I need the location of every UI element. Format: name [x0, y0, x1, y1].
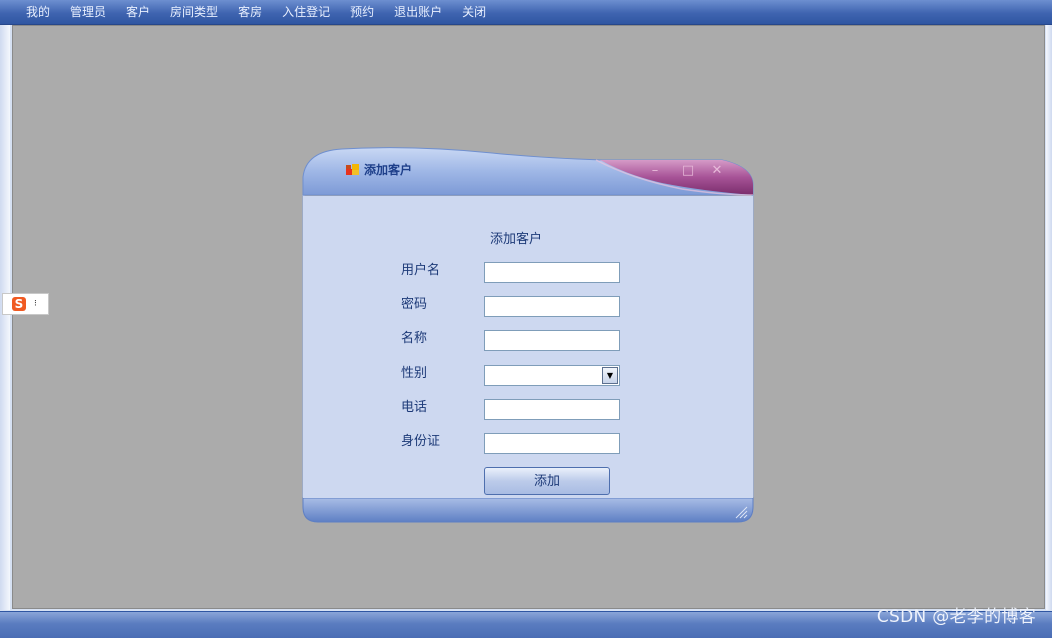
- gender-label: 性别: [401, 366, 428, 381]
- gender-select[interactable]: ▼: [484, 365, 620, 386]
- menu-item-close[interactable]: 关闭: [452, 0, 496, 24]
- dialog-body: 添加客户 用户名 密码 名称 性别 ▼ 电话 身份证 添加: [303, 196, 753, 498]
- sogou-ime-icon: S: [12, 297, 26, 311]
- menu-item-checkin[interactable]: 入住登记: [272, 0, 340, 24]
- idcard-label: 身份证: [401, 434, 441, 449]
- username-label: 用户名: [401, 263, 441, 278]
- add-customer-dialog: 添加客户 – □ ✕ 添加客户 用户名 密码 名称 性别 ▼ 电话 身份证 添加: [302, 145, 754, 523]
- close-icon[interactable]: ✕: [708, 163, 726, 179]
- idcard-input[interactable]: [484, 433, 620, 454]
- name-input[interactable]: [484, 330, 620, 351]
- menu-bar: 我的 管理员 客户 房间类型 客房 入住登记 预约 退出账户 关闭: [0, 0, 1052, 25]
- watermark: CSDN @老李的博客: [876, 607, 1036, 627]
- form-heading: 添加客户: [490, 232, 543, 247]
- menu-item-customer[interactable]: 客户: [116, 0, 160, 24]
- add-button[interactable]: 添加: [484, 467, 610, 495]
- menu-item-room-type[interactable]: 房间类型: [160, 0, 228, 24]
- resize-grip-icon[interactable]: [734, 505, 748, 519]
- window-frame-left: [0, 25, 10, 610]
- window-frame-right: [1046, 25, 1052, 610]
- phone-label: 电话: [401, 400, 428, 415]
- menu-item-logout[interactable]: 退出账户: [384, 0, 452, 24]
- menu-item-rooms[interactable]: 客房: [228, 0, 272, 24]
- ime-toolbar[interactable]: S ⁝: [2, 293, 49, 315]
- password-input[interactable]: [484, 296, 620, 317]
- username-input[interactable]: [484, 262, 620, 283]
- dialog-title: 添加客户: [364, 163, 413, 177]
- app-icon: [346, 164, 359, 175]
- password-label: 密码: [401, 297, 428, 312]
- ime-menu-icon[interactable]: ⁝: [34, 299, 37, 309]
- name-label: 名称: [401, 331, 428, 346]
- chevron-down-icon[interactable]: ▼: [602, 367, 618, 384]
- maximize-icon[interactable]: □: [679, 163, 697, 179]
- menu-item-admin[interactable]: 管理员: [60, 0, 116, 24]
- minimize-icon[interactable]: –: [646, 163, 664, 179]
- phone-input[interactable]: [484, 399, 620, 420]
- menu-item-mine[interactable]: 我的: [16, 0, 60, 24]
- menu-item-reservation[interactable]: 预约: [340, 0, 384, 24]
